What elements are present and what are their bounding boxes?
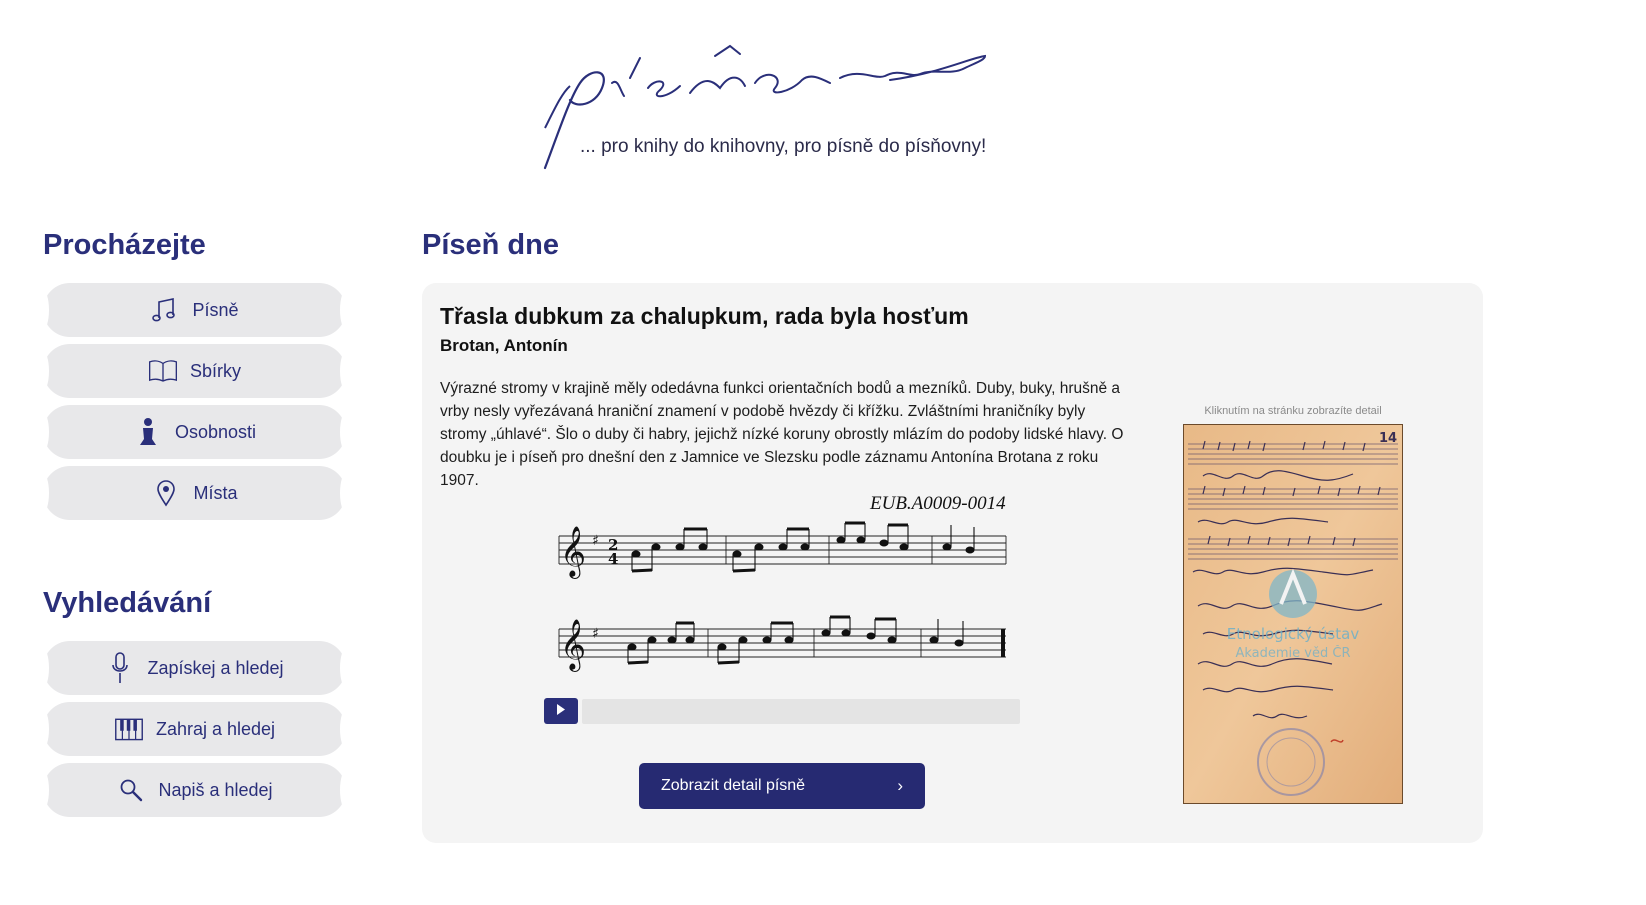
play-button[interactable]	[544, 698, 578, 724]
svg-text:♯: ♯	[592, 533, 599, 549]
tagline: ... pro knihy do knihovny, pro písně do …	[580, 136, 987, 157]
audio-player	[544, 698, 1020, 724]
browse-heading: Procházejte	[43, 229, 206, 261]
image-hint: Kliknutím na stránku zobrazíte detail	[1204, 405, 1382, 417]
play-icon	[556, 702, 566, 720]
song-title[interactable]: Třasla dubkum za chalupkum, rada byla ho…	[440, 303, 969, 330]
nav-collections-button[interactable]: Sbírky	[35, 344, 354, 398]
svg-text:♯: ♯	[592, 626, 599, 642]
person-icon	[133, 417, 163, 447]
play-search-button[interactable]: Zahraj a hledej	[35, 702, 354, 756]
song-detail-label: Zobrazit detail písně	[661, 777, 806, 794]
song-author[interactable]: Brotan, Antonín	[440, 336, 568, 356]
nav-songs-button[interactable]: Písně	[35, 283, 354, 337]
location-pin-icon	[151, 478, 181, 508]
search-heading: Vyhledávání	[43, 587, 212, 619]
svg-text:𝄞: 𝄞	[560, 526, 586, 579]
audio-progress-bar[interactable]	[582, 699, 1020, 724]
nav-people-label: Osobnosti	[174, 421, 257, 442]
nav-people-button[interactable]: Osobnosti	[35, 405, 354, 459]
svg-text:14: 14	[1379, 431, 1397, 446]
write-search-label: Napiš a hledej	[158, 779, 273, 800]
write-search-button[interactable]: Napiš a hledej	[35, 763, 354, 817]
piano-keys-icon	[114, 714, 144, 744]
nav-collections-label: Sbírky	[189, 360, 241, 381]
song-description: Výrazné stromy v krajině měly odedávna f…	[440, 380, 1124, 489]
svg-text:4: 4	[608, 550, 618, 568]
manuscript-watermark-line1: Etnologický ústav	[1227, 625, 1360, 643]
microphone-icon	[105, 652, 135, 683]
site-logo[interactable]: ... pro knihy do knihovny, pro písně do …	[540, 38, 1000, 178]
open-book-icon	[148, 356, 178, 386]
music-note-icon	[150, 295, 180, 325]
music-score: 𝄞 𝄞 ♯ ♯ 2 4	[558, 521, 1007, 672]
chevron-right-icon: ›	[897, 776, 903, 795]
manuscript-watermark-line2: Akademie věd ČR	[1235, 645, 1350, 661]
whistle-search-label: Zapískej a hledej	[147, 657, 284, 678]
magnifier-icon	[116, 775, 146, 805]
nav-songs-label: Písně	[192, 299, 239, 320]
nav-places-label: Místa	[193, 482, 238, 503]
manuscript-image[interactable]: 14 Etnologický ústav Akademie věd ČR	[1182, 423, 1404, 805]
whistle-search-button[interactable]: Zapískej a hledej	[35, 641, 354, 695]
song-of-day-card: Třasla dubkum za chalupkum, rada byla ho…	[422, 283, 1483, 843]
nav-places-button[interactable]: Místa	[35, 466, 354, 520]
play-search-label: Zahraj a hledej	[155, 718, 276, 739]
song-detail-button[interactable]: Zobrazit detail písně ›	[639, 763, 925, 809]
song-of-day-heading: Píseň dne	[422, 229, 559, 261]
svg-text:𝄞: 𝄞	[560, 619, 586, 672]
